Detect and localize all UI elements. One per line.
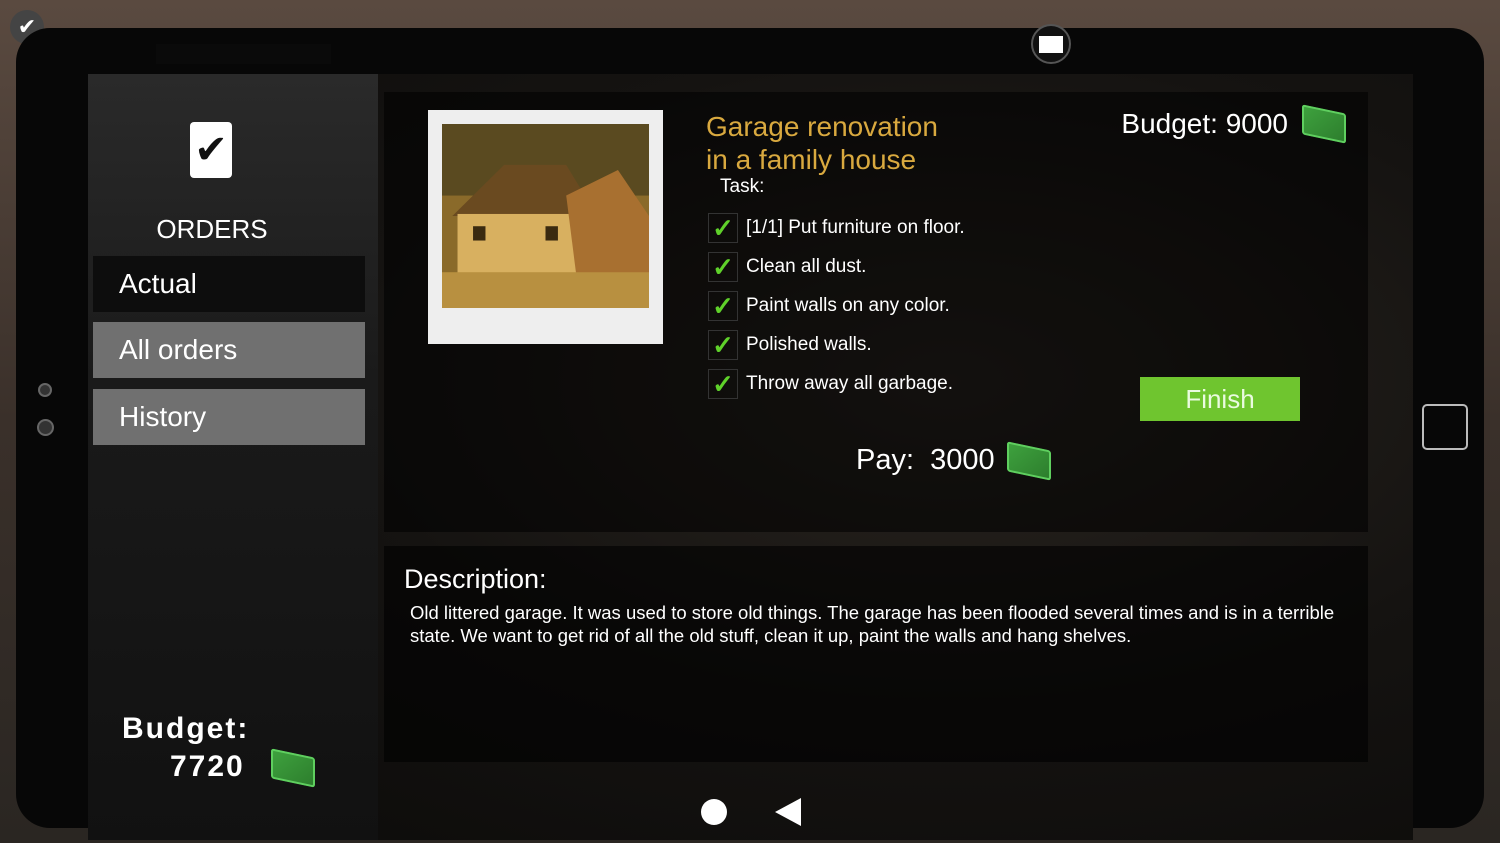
task-item: ✓ Paint walls on any color. <box>708 291 950 321</box>
sidebar-item-all-orders[interactable]: All orders <box>93 322 365 378</box>
description-panel: Description: Old littered garage. It was… <box>384 546 1368 762</box>
tablet-camera <box>156 44 331 64</box>
tablet: ✔ ORDERS Actual All orders History Budge… <box>16 28 1484 840</box>
description-text: Old littered garage. It was used to stor… <box>410 602 1335 646</box>
sidebar-budget-value: 7720 <box>170 750 245 783</box>
cash-icon <box>271 748 316 788</box>
tablet-screen: ✔ ORDERS Actual All orders History Budge… <box>88 74 1413 840</box>
task-item: ✓ Throw away all garbage. <box>708 369 953 399</box>
order-panel: Garage renovation in a family house Task… <box>384 92 1368 532</box>
cash-icon <box>1302 104 1346 144</box>
order-title-line2: in a family house <box>706 144 917 175</box>
home-button[interactable] <box>700 799 727 825</box>
side-dot-icon <box>37 419 54 436</box>
sidebar-item-actual[interactable]: Actual <box>93 256 365 312</box>
cash-icon <box>1006 440 1051 481</box>
checkmark-icon: ✓ <box>708 213 738 243</box>
checkmark-icon: ✓ <box>708 291 738 321</box>
task-item: ✓ [1/1] Put furniture on floor. <box>708 213 965 243</box>
checkbox-icon: ✔ <box>190 122 232 178</box>
sidebar: ✔ ORDERS Actual All orders History Budge… <box>88 74 378 840</box>
task-text: Paint walls on any color. <box>746 295 950 316</box>
task-text: [1/1] Put furniture on floor. <box>746 217 965 238</box>
task-text: Throw away all garbage. <box>746 373 953 394</box>
envelope-icon <box>1039 35 1063 53</box>
task-item: ✓ Polished walls. <box>708 330 872 360</box>
checkmark-icon: ✓ <box>708 252 738 282</box>
task-item: ✓ Clean all dust. <box>708 252 866 282</box>
sidebar-title: ORDERS <box>156 214 268 244</box>
order-budget-text: Budget: 9000 <box>1121 108 1288 139</box>
description-heading: Description: <box>404 564 547 594</box>
checkmark-icon: ✓ <box>708 330 738 360</box>
square-button[interactable] <box>1422 404 1468 450</box>
sidebar-item-history[interactable]: History <box>93 389 365 445</box>
sidebar-budget: Budget: 7720 <box>122 710 316 788</box>
order-pay-text: Pay: 3000 <box>856 444 995 476</box>
order-budget: Budget: 9000 <box>1121 104 1346 144</box>
task-text: Clean all dust. <box>746 256 867 277</box>
house-photo <box>428 110 663 344</box>
mail-button[interactable] <box>1031 24 1071 64</box>
task-label: Task: <box>720 176 765 197</box>
back-button[interactable] <box>774 798 801 826</box>
finish-button[interactable]: Finish <box>1140 377 1300 421</box>
order-title: Garage renovation in a family house <box>706 110 938 176</box>
checkmark-icon: ✓ <box>708 369 738 399</box>
nav-bar <box>88 784 1413 840</box>
task-text: Polished walls. <box>746 334 872 355</box>
sidebar-budget-label: Budget: <box>122 712 250 745</box>
side-dot-icon <box>38 383 52 397</box>
order-title-line1: Garage renovation <box>706 111 938 142</box>
order-pay: Pay: 3000 <box>856 440 1051 481</box>
